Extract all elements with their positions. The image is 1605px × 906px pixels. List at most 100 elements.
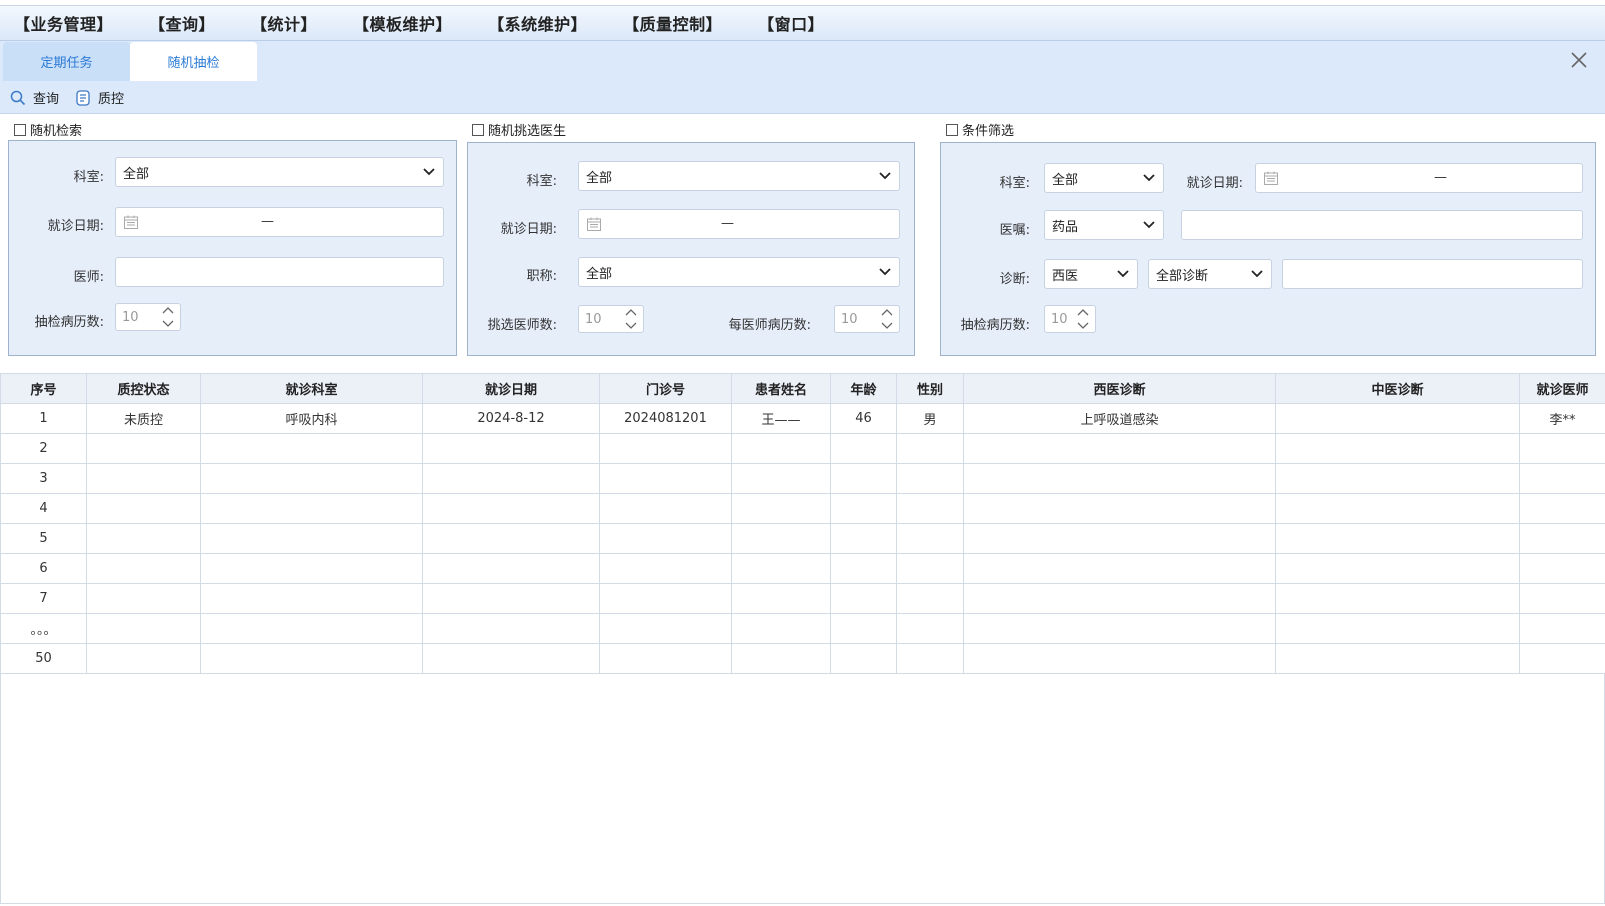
sample-count-stepper[interactable]: 10 xyxy=(1044,305,1096,333)
table-row[interactable]: 3 xyxy=(0,463,1605,494)
table-cell xyxy=(422,523,600,554)
col-header[interactable]: 年龄 xyxy=(830,373,897,404)
col-header[interactable]: 患者姓名 xyxy=(731,373,831,404)
col-header[interactable]: 中医诊断 xyxy=(1275,373,1520,404)
menu-business[interactable]: 【业务管理】 xyxy=(14,11,113,35)
table-cell xyxy=(86,643,201,674)
order-type-select[interactable]: 药品 xyxy=(1044,210,1164,240)
table-cell xyxy=(86,613,201,644)
job-title-label: 职称: xyxy=(526,269,557,284)
search-icon xyxy=(10,90,26,105)
col-header[interactable]: 就诊医师 xyxy=(1519,373,1605,404)
menu-template[interactable]: 【模板维护】 xyxy=(353,11,452,35)
col-header[interactable]: 门诊号 xyxy=(599,373,732,404)
diagnosis-text-input[interactable] xyxy=(1282,259,1583,289)
condition-filter-checkbox[interactable] xyxy=(946,123,958,136)
table-row[interactable]: 。。。 xyxy=(0,613,1605,644)
stepper-down-icon[interactable] xyxy=(1077,322,1089,330)
menu-system[interactable]: 【系统维护】 xyxy=(488,11,587,35)
col-header[interactable]: 质控状态 xyxy=(86,373,201,404)
table-cell: 未质控 xyxy=(86,403,201,434)
visit-date-range[interactable]: — xyxy=(578,209,900,239)
table-row[interactable]: 50 xyxy=(0,643,1605,674)
table-cell xyxy=(963,583,1276,614)
stepper-down-icon[interactable] xyxy=(881,322,893,330)
table-row[interactable]: 5 xyxy=(0,523,1605,554)
dept-select[interactable]: 全部 xyxy=(115,157,444,187)
col-header[interactable]: 就诊科室 xyxy=(200,373,423,404)
dept-label: 科室: xyxy=(526,174,557,189)
stepper-down-icon[interactable] xyxy=(162,320,174,328)
table-cell xyxy=(1275,643,1520,674)
table-cell xyxy=(200,433,423,464)
chevron-down-icon xyxy=(1117,270,1129,278)
doctor-input[interactable] xyxy=(115,257,444,287)
stepper-up-icon[interactable] xyxy=(881,308,893,316)
sample-count-stepper[interactable]: 10 xyxy=(115,303,181,331)
table-cell xyxy=(830,463,897,494)
random-search-checkbox[interactable] xyxy=(14,123,26,136)
qc-button[interactable]: 质控 xyxy=(75,88,124,107)
condition-filter-toggle[interactable]: 条件筛选 xyxy=(946,120,1014,139)
job-title-select[interactable]: 全部 xyxy=(578,257,900,287)
table-cell xyxy=(1519,613,1605,644)
visit-date-range[interactable]: — xyxy=(115,207,444,237)
table-cell xyxy=(731,523,831,554)
menu-quality[interactable]: 【质量控制】 xyxy=(623,11,722,35)
menu-window[interactable]: 【窗口】 xyxy=(758,11,824,35)
random-doctor-checkbox[interactable] xyxy=(472,123,484,136)
table-row[interactable]: 1 未质控 呼吸内科 2024-8-12 2024081201 王—— 46 男上呼吸道感染 李… xyxy=(0,403,1605,434)
table-cell xyxy=(1275,613,1520,644)
visit-date-range[interactable]: — xyxy=(1255,163,1583,193)
menu-query[interactable]: 【查询】 xyxy=(149,11,215,35)
random-search-panel: 科室: 全部 就诊日期: — 医师: 抽检病历数: 10 xyxy=(8,140,457,356)
table-cell xyxy=(963,433,1276,464)
menu-statistics[interactable]: 【统计】 xyxy=(251,11,317,35)
per-doctor-count-stepper[interactable]: 10 xyxy=(834,305,900,333)
query-button[interactable]: 查询 xyxy=(10,88,59,107)
table-cell: 李** xyxy=(1519,403,1605,434)
table-cell xyxy=(599,433,732,464)
table-cell xyxy=(963,463,1276,494)
stepper-up-icon[interactable] xyxy=(162,306,174,314)
dept-select-value: 全部 xyxy=(586,170,613,186)
tab-periodic-task[interactable]: 定期任务 xyxy=(3,42,130,81)
table-cell xyxy=(599,463,732,494)
table-cell xyxy=(422,583,600,614)
table-cell xyxy=(422,463,600,494)
stepper-down-icon[interactable] xyxy=(625,322,637,330)
table-row[interactable]: 7 xyxy=(0,583,1605,614)
table-cell xyxy=(200,493,423,524)
col-header[interactable]: 序号 xyxy=(0,373,87,404)
table-cell xyxy=(1275,493,1520,524)
col-header[interactable]: 就诊日期 xyxy=(422,373,600,404)
diagnosis-type-select[interactable]: 西医 xyxy=(1044,259,1138,289)
table-row[interactable]: 6 xyxy=(0,553,1605,584)
close-icon[interactable] xyxy=(1569,50,1589,70)
col-header[interactable]: 西医诊断 xyxy=(963,373,1276,404)
doctor-count-stepper[interactable]: 10 xyxy=(578,305,644,333)
dept-select[interactable]: 全部 xyxy=(578,161,900,191)
table-cell xyxy=(963,613,1276,644)
random-search-toggle[interactable]: 随机检索 xyxy=(14,120,82,139)
order-type-value: 药品 xyxy=(1052,219,1079,235)
col-header[interactable]: 性别 xyxy=(896,373,964,404)
tab-random-check[interactable]: 随机抽检 xyxy=(130,42,257,81)
table-row[interactable]: 2 xyxy=(0,433,1605,464)
chevron-down-icon xyxy=(1143,174,1155,182)
table-cell xyxy=(86,433,201,464)
menu-bar: 【业务管理】 【查询】 【统计】 【模板维护】 【系统维护】 【质量控制】 【窗… xyxy=(0,6,1605,41)
stepper-up-icon[interactable] xyxy=(1077,308,1089,316)
document-icon xyxy=(76,89,90,106)
order-text-input[interactable] xyxy=(1181,210,1583,240)
table-row[interactable]: 4 xyxy=(0,493,1605,524)
table-cell xyxy=(200,463,423,494)
table-cell xyxy=(896,463,964,494)
table-cell xyxy=(830,583,897,614)
table-cell xyxy=(599,493,732,524)
stepper-up-icon[interactable] xyxy=(625,308,637,316)
table-cell xyxy=(86,553,201,584)
diagnosis-scope-select[interactable]: 全部诊断 xyxy=(1148,259,1272,289)
dept-select[interactable]: 全部 xyxy=(1044,163,1164,193)
random-doctor-toggle[interactable]: 随机挑选医生 xyxy=(472,120,566,139)
